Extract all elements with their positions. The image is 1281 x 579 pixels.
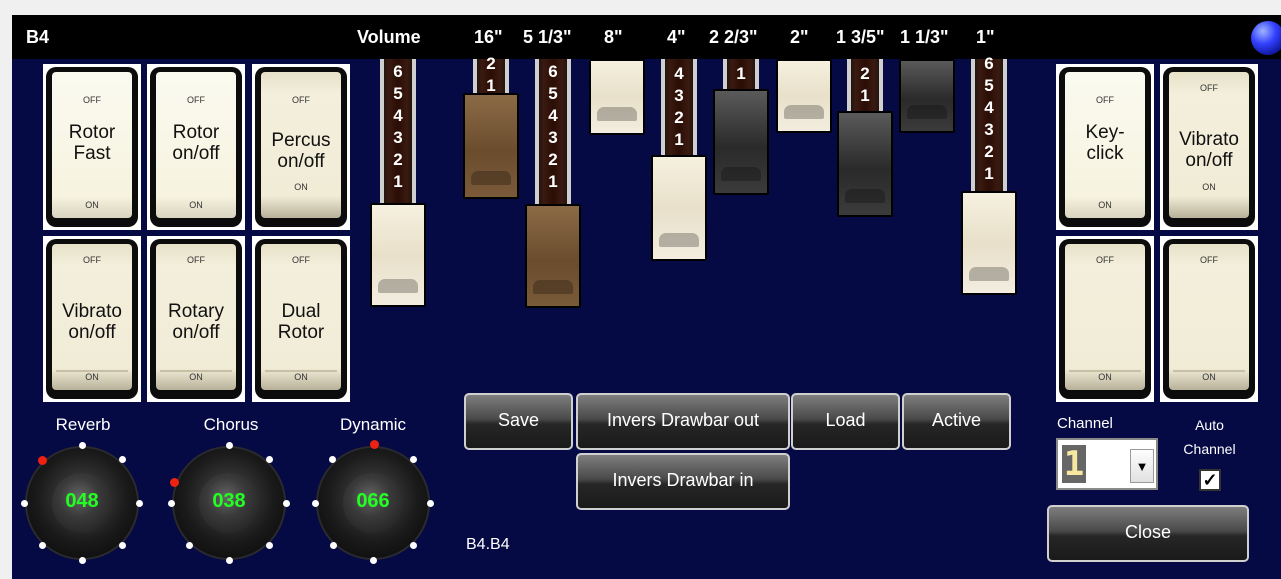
reverb-value: 048 bbox=[65, 490, 99, 512]
drawbar-4-knob[interactable] bbox=[651, 155, 707, 261]
channel-value: 1 bbox=[1062, 444, 1086, 484]
channel-select[interactable]: 1 ▼ bbox=[1056, 438, 1158, 490]
reverb-label: Reverb bbox=[55, 415, 111, 434]
close-button[interactable]: Close bbox=[1047, 505, 1249, 562]
save-button[interactable]: Save bbox=[464, 393, 573, 450]
dynamic-knob[interactable]: 066 bbox=[306, 436, 440, 570]
auto-channel-label-2: Channel bbox=[1183, 441, 1236, 457]
rotary-onoff-switch[interactable]: OFF Rotary on/off ON bbox=[147, 236, 245, 402]
footage-1-1-3: 1 1/3" bbox=[900, 27, 949, 47]
invers-drawbar-out-button[interactable]: Invers Drawbar out bbox=[576, 393, 790, 450]
reverb-knob[interactable]: 048 bbox=[15, 436, 149, 570]
invers-drawbar-in-button[interactable]: Invers Drawbar in bbox=[576, 453, 790, 510]
vibrato-onoff-switch-right[interactable]: OFF Vibrato on/off ON bbox=[1160, 64, 1258, 230]
keyclick-switch[interactable]: OFF Key-click ON bbox=[1056, 64, 1154, 230]
window-title: B4 bbox=[26, 27, 50, 47]
rotor-fast-switch[interactable]: OFF Rotor Fast ON bbox=[43, 64, 141, 230]
percus-onoff-switch[interactable]: OFF Percus on/off ON bbox=[252, 64, 350, 230]
organ-panel: B4 Volume 16" 5 1/3" 8" 4" 2 2/3" 2" 1 3… bbox=[12, 15, 1281, 579]
blank-switch-right[interactable]: OFF ON bbox=[1160, 236, 1258, 402]
chorus-value: 038 bbox=[212, 490, 246, 512]
organ-window: B4 Volume 16" 5 1/3" 8" 4" 2 2/3" 2" 1 3… bbox=[0, 0, 1281, 579]
load-button[interactable]: Load bbox=[791, 393, 900, 450]
drawbar-2-2-3-knob[interactable] bbox=[713, 89, 769, 195]
footage-1-3-5: 1 3/5" bbox=[836, 27, 885, 47]
auto-channel-checkbox[interactable]: ✓ bbox=[1199, 469, 1221, 491]
chorus-knob[interactable]: 038 bbox=[162, 436, 296, 570]
vibrato-onoff-switch-left[interactable]: OFF Vibrato on/off ON bbox=[43, 236, 141, 402]
drawbar-5-1-3-knob[interactable] bbox=[525, 204, 581, 308]
drawbar-16-knob[interactable] bbox=[463, 93, 519, 199]
footage-8: 8" bbox=[604, 27, 623, 47]
footage-2: 2" bbox=[790, 27, 809, 47]
blank-switch-left[interactable]: OFF ON bbox=[1056, 236, 1154, 402]
dynamic-value: 066 bbox=[356, 490, 390, 512]
chorus-label: Chorus bbox=[203, 415, 259, 434]
volume-label: Volume bbox=[357, 27, 421, 47]
footage-2-2-3: 2 2/3" bbox=[709, 27, 758, 47]
footage-16: 16" bbox=[474, 27, 503, 47]
footage-1: 1" bbox=[976, 27, 995, 47]
footage-5-1-3: 5 1/3" bbox=[523, 27, 572, 47]
drawbar-8-knob[interactable] bbox=[589, 59, 645, 135]
channel-label: Channel bbox=[1057, 415, 1113, 432]
rotor-onoff-switch[interactable]: OFF Rotor on/off ON bbox=[147, 64, 245, 230]
drawbar-1-1-3-knob[interactable] bbox=[899, 59, 955, 133]
drawbar-2-knob[interactable] bbox=[776, 59, 832, 133]
drawbar-1-3-5-knob[interactable] bbox=[837, 111, 893, 217]
drawbar-1-knob[interactable] bbox=[961, 191, 1017, 295]
chevron-down-icon[interactable]: ▼ bbox=[1130, 449, 1154, 483]
title-bar: B4 Volume 16" 5 1/3" 8" 4" 2 2/3" 2" 1 3… bbox=[12, 15, 1281, 59]
active-button[interactable]: Active bbox=[902, 393, 1011, 450]
status-led-icon bbox=[1251, 21, 1281, 55]
dynamic-label: Dynamic bbox=[339, 415, 407, 434]
preset-name: B4.B4 bbox=[466, 536, 510, 553]
footage-4: 4" bbox=[667, 27, 686, 47]
drawbar-volume-knob[interactable] bbox=[370, 203, 426, 307]
auto-channel-label-1: Auto bbox=[1195, 417, 1224, 433]
dual-rotor-switch[interactable]: OFF Dual Rotor ON bbox=[252, 236, 350, 402]
